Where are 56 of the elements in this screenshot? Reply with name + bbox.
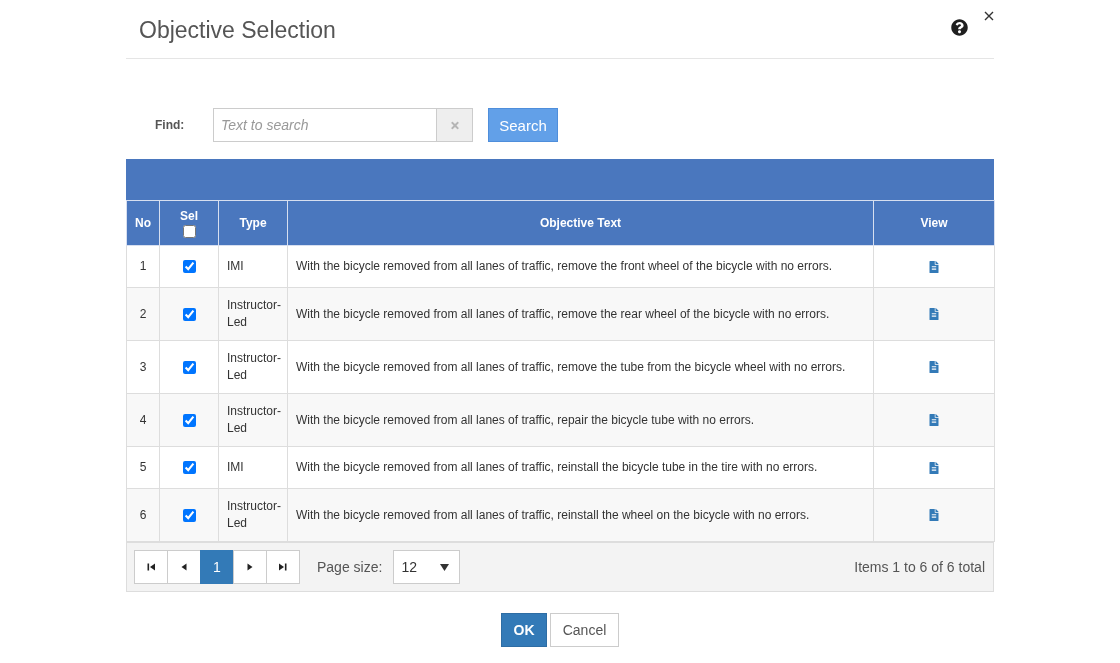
search-button[interactable]: Search bbox=[488, 108, 558, 142]
items-summary: Items 1 to 6 of 6 total bbox=[854, 559, 985, 575]
row-checkbox[interactable] bbox=[182, 307, 196, 321]
document-icon[interactable] bbox=[929, 461, 939, 474]
table-cell: With the bicycle removed from all lanes of traffic, reinstall the bicycle tube in the tire with no errors. bbox=[287, 446, 874, 489]
table-cell: IMI bbox=[218, 245, 288, 288]
page-button[interactable]: 1 bbox=[200, 550, 234, 584]
table-cell: 2 bbox=[126, 287, 160, 341]
column-header: Type bbox=[218, 200, 288, 246]
ok-button[interactable]: OK bbox=[501, 613, 547, 647]
dialog-title: Objective Selection bbox=[139, 16, 337, 44]
document-icon[interactable] bbox=[929, 509, 939, 521]
first-page-button[interactable] bbox=[134, 550, 168, 584]
document-icon[interactable] bbox=[929, 414, 939, 426]
row-checkbox[interactable] bbox=[182, 413, 196, 427]
bar-triangle-icon bbox=[279, 563, 287, 571]
column-header: Sel bbox=[180, 208, 198, 223]
find-label: Find: bbox=[155, 118, 186, 132]
help-button[interactable] bbox=[951, 19, 968, 36]
help-icon bbox=[951, 19, 968, 36]
document-icon[interactable] bbox=[929, 361, 939, 373]
search-field[interactable]: Text to search bbox=[213, 108, 437, 142]
row-checkbox[interactable] bbox=[182, 360, 196, 374]
select-all-checkbox[interactable] bbox=[182, 224, 196, 238]
clear-icon bbox=[449, 119, 460, 131]
triangle-icon bbox=[246, 563, 254, 571]
close-icon bbox=[984, 11, 994, 21]
triangle-icon bbox=[180, 563, 188, 571]
table-cell: With the bicycle removed from all lanes of traffic, remove the front wheel of the bicycle with no errors. bbox=[287, 245, 874, 288]
column-header: Objective Text bbox=[287, 200, 874, 246]
row-checkbox[interactable] bbox=[182, 508, 196, 522]
bar-triangle-icon bbox=[147, 563, 155, 571]
table-cell: With the bicycle removed from all lanes of traffic, remove the tube from the bicycle wheel with no errors. bbox=[287, 340, 874, 394]
table-cell: With the bicycle removed from all lanes of traffic, remove the rear wheel of the bicycle with no errors. bbox=[287, 287, 874, 341]
table-cell: 4 bbox=[126, 393, 160, 447]
previous-page-button[interactable] bbox=[167, 550, 201, 584]
table-cell: 1 bbox=[126, 245, 160, 288]
cancel-button[interactable]: Cancel bbox=[550, 613, 619, 647]
document-icon[interactable] bbox=[929, 308, 939, 320]
row-checkbox[interactable] bbox=[182, 461, 196, 474]
table-cell: Instructor-Led bbox=[218, 340, 288, 394]
column-header: View bbox=[873, 200, 995, 246]
caret-icon bbox=[440, 563, 450, 571]
page-size-select[interactable]: 12 bbox=[393, 550, 461, 584]
table-cell: IMI bbox=[218, 446, 288, 489]
last-page-button[interactable] bbox=[266, 550, 300, 584]
document-icon[interactable] bbox=[929, 260, 939, 273]
close-button[interactable] bbox=[984, 11, 994, 21]
page-size-label: Page size: bbox=[317, 559, 383, 575]
table-cell: 5 bbox=[126, 446, 160, 489]
table-cell: Instructor-Led bbox=[218, 287, 288, 341]
table-cell: With the bicycle removed from all lanes of traffic, repair the bicycle tube with no errors. bbox=[287, 393, 874, 447]
table-cell: 3 bbox=[126, 340, 160, 394]
column-header: No bbox=[126, 200, 160, 246]
table-cell: Instructor-Led bbox=[218, 393, 288, 447]
row-checkbox[interactable] bbox=[182, 260, 196, 273]
